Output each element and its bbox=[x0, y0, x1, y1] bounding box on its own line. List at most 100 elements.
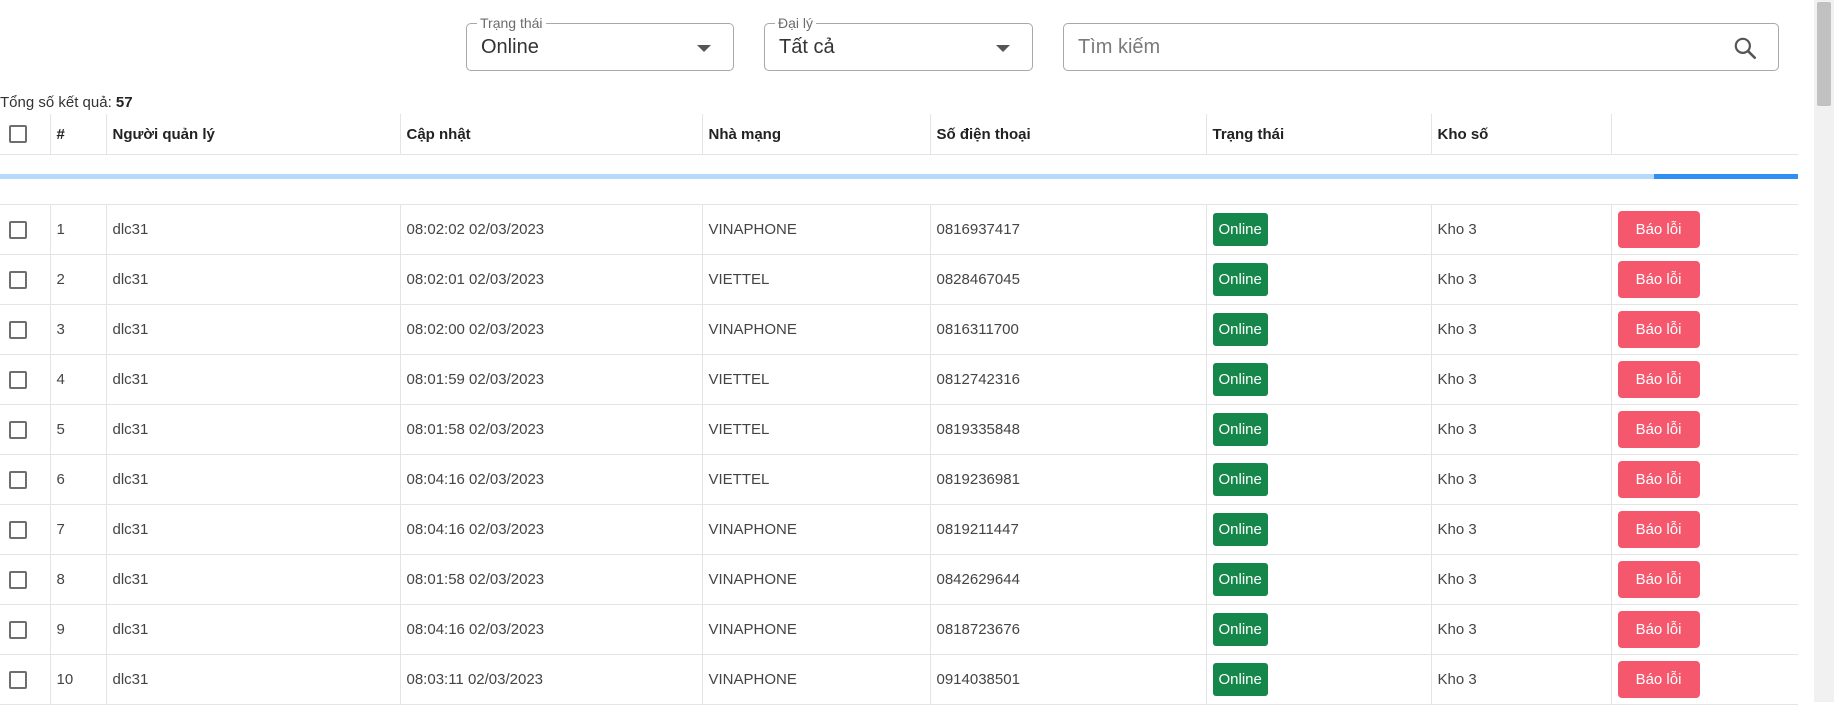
table-row[interactable]: 1 dlc31 08:02:02 02/03/2023 VINAPHONE 081693… bbox=[0, 204, 1798, 255]
row-select-cell[interactable] bbox=[0, 254, 51, 305]
row-manager: dlc31 bbox=[106, 404, 401, 455]
chevron-down-icon[interactable] bbox=[697, 45, 711, 52]
row-checkbox[interactable] bbox=[9, 520, 27, 539]
status-badge: Online bbox=[1212, 563, 1268, 596]
row-select-cell[interactable] bbox=[0, 404, 51, 455]
report-error-button[interactable]: Báo lỗi bbox=[1617, 411, 1700, 448]
row-carrier: VIETTEL bbox=[702, 254, 931, 305]
report-error-button[interactable]: Báo lỗi bbox=[1617, 311, 1700, 348]
row-status-cell: Online bbox=[1206, 504, 1432, 555]
select-all-checkbox[interactable] bbox=[9, 125, 27, 144]
table-row[interactable]: 7 dlc31 08:04:16 02/03/2023 VINAPHONE 081921… bbox=[0, 504, 1798, 555]
row-checkbox[interactable] bbox=[9, 620, 27, 639]
row-checkbox[interactable] bbox=[9, 270, 27, 289]
row-manager: dlc31 bbox=[106, 254, 401, 305]
row-store: Kho 3 bbox=[1431, 604, 1612, 655]
row-manager: dlc31 bbox=[106, 554, 401, 605]
row-manager: dlc31 bbox=[106, 654, 401, 705]
row-select-cell[interactable] bbox=[0, 204, 51, 255]
report-error-button[interactable]: Báo lỗi bbox=[1617, 211, 1700, 248]
row-action-cell: Báo lỗi bbox=[1611, 204, 1798, 255]
status-filter-label: Trạng thái bbox=[477, 15, 546, 31]
row-phone: 0816311700 bbox=[930, 304, 1207, 355]
row-checkbox[interactable] bbox=[9, 570, 27, 589]
row-select-cell[interactable] bbox=[0, 354, 51, 405]
status-badge: Online bbox=[1212, 313, 1268, 346]
row-status-cell: Online bbox=[1206, 304, 1432, 355]
row-select-cell[interactable] bbox=[0, 654, 51, 705]
table-row[interactable]: 8 dlc31 08:01:58 02/03/2023 VINAPHONE 084262… bbox=[0, 554, 1798, 605]
report-error-button[interactable]: Báo lỗi bbox=[1617, 511, 1700, 548]
row-manager: dlc31 bbox=[106, 504, 401, 555]
row-checkbox[interactable] bbox=[9, 320, 27, 339]
status-badge: Online bbox=[1212, 413, 1268, 446]
scrollbar-thumb[interactable] bbox=[1817, 2, 1831, 106]
status-badge: Online bbox=[1212, 363, 1268, 396]
row-manager: dlc31 bbox=[106, 204, 401, 255]
header-status: Trạng thái bbox=[1206, 114, 1432, 155]
row-updated: 08:04:16 02/03/2023 bbox=[400, 604, 703, 655]
row-select-cell[interactable] bbox=[0, 604, 51, 655]
loading-row bbox=[0, 154, 1798, 205]
status-badge: Online bbox=[1212, 613, 1268, 646]
row-checkbox[interactable] bbox=[9, 220, 27, 239]
table-row[interactable]: 3 dlc31 08:02:00 02/03/2023 VINAPHONE 081631… bbox=[0, 304, 1798, 355]
row-status-cell: Online bbox=[1206, 204, 1432, 255]
search-input[interactable] bbox=[1078, 34, 1718, 60]
row-carrier: VINAPHONE bbox=[702, 604, 931, 655]
row-checkbox[interactable] bbox=[9, 370, 27, 389]
table-row[interactable]: 6 dlc31 08:04:16 02/03/2023 VIETTEL 08192369… bbox=[0, 454, 1798, 505]
row-carrier: VIETTEL bbox=[702, 454, 931, 505]
table-row[interactable]: 2 dlc31 08:02:01 02/03/2023 VIETTEL 08284670… bbox=[0, 254, 1798, 305]
report-error-button[interactable]: Báo lỗi bbox=[1617, 561, 1700, 598]
report-error-button[interactable]: Báo lỗi bbox=[1617, 261, 1700, 298]
row-phone: 0812742316 bbox=[930, 354, 1207, 405]
row-updated: 08:02:02 02/03/2023 bbox=[400, 204, 703, 255]
row-select-cell[interactable] bbox=[0, 304, 51, 355]
row-phone: 0842629644 bbox=[930, 554, 1207, 605]
report-error-button[interactable]: Báo lỗi bbox=[1617, 611, 1700, 648]
header-updated: Cập nhật bbox=[400, 114, 703, 155]
row-checkbox[interactable] bbox=[9, 470, 27, 489]
chevron-down-icon[interactable] bbox=[996, 45, 1010, 52]
row-status-cell: Online bbox=[1206, 654, 1432, 705]
table-row[interactable]: 4 dlc31 08:01:59 02/03/2023 VIETTEL 08127423… bbox=[0, 354, 1798, 405]
row-action-cell: Báo lỗi bbox=[1611, 254, 1798, 305]
row-status-cell: Online bbox=[1206, 254, 1432, 305]
row-select-cell[interactable] bbox=[0, 454, 51, 505]
row-store: Kho 3 bbox=[1431, 454, 1612, 505]
table-row[interactable]: 5 dlc31 08:01:58 02/03/2023 VIETTEL 08193358… bbox=[0, 404, 1798, 455]
page-scrollbar[interactable] bbox=[1814, 0, 1834, 702]
row-checkbox[interactable] bbox=[9, 670, 27, 689]
row-store: Kho 3 bbox=[1431, 304, 1612, 355]
row-manager: dlc31 bbox=[106, 454, 401, 505]
row-manager: dlc31 bbox=[106, 304, 401, 355]
report-error-button[interactable]: Báo lỗi bbox=[1617, 661, 1700, 698]
row-carrier: VINAPHONE bbox=[702, 304, 931, 355]
row-select-cell[interactable] bbox=[0, 554, 51, 605]
status-filter-select[interactable]: Trạng thái Online bbox=[466, 15, 734, 71]
header-action bbox=[1611, 114, 1798, 155]
row-select-cell[interactable] bbox=[0, 504, 51, 555]
row-number: 2 bbox=[50, 254, 107, 305]
header-select-all[interactable] bbox=[0, 114, 51, 155]
table-row[interactable]: 10 dlc31 08:03:11 02/03/2023 VINAPHONE 09140… bbox=[0, 654, 1798, 705]
row-updated: 08:01:58 02/03/2023 bbox=[400, 404, 703, 455]
row-phone: 0818723676 bbox=[930, 604, 1207, 655]
row-updated: 08:02:00 02/03/2023 bbox=[400, 304, 703, 355]
status-badge: Online bbox=[1212, 263, 1268, 296]
row-action-cell: Báo lỗi bbox=[1611, 304, 1798, 355]
row-checkbox[interactable] bbox=[9, 420, 27, 439]
report-error-button[interactable]: Báo lỗi bbox=[1617, 361, 1700, 398]
row-store: Kho 3 bbox=[1431, 654, 1612, 705]
search-icon[interactable] bbox=[1732, 35, 1758, 61]
status-filter-value: Online bbox=[481, 36, 539, 58]
row-carrier: VINAPHONE bbox=[702, 504, 931, 555]
table-row[interactable]: 9 dlc31 08:04:16 02/03/2023 VINAPHONE 081872… bbox=[0, 604, 1798, 655]
report-error-button[interactable]: Báo lỗi bbox=[1617, 461, 1700, 498]
row-updated: 08:01:58 02/03/2023 bbox=[400, 554, 703, 605]
search-box[interactable] bbox=[1063, 23, 1779, 71]
header-number: # bbox=[50, 114, 107, 155]
row-number: 5 bbox=[50, 404, 107, 455]
agent-filter-select[interactable]: Đại lý Tất cả bbox=[764, 15, 1033, 71]
